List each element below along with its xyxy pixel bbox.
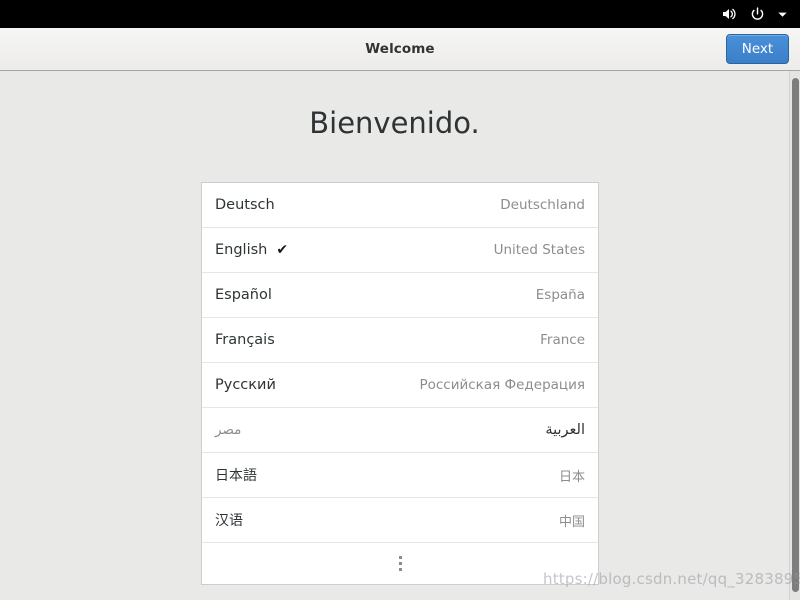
system-status-tray[interactable] bbox=[720, 5, 800, 23]
welcome-content-area: Bienvenido. Deutsch Deutschland English ✔ Un… bbox=[0, 71, 789, 600]
window-header-bar: Welcome Next bbox=[0, 28, 800, 71]
language-row[interactable]: العربية مصر bbox=[202, 408, 598, 453]
window-title: Welcome bbox=[365, 41, 435, 57]
language-name: Deutsch bbox=[215, 197, 275, 213]
language-name-group: العربية bbox=[545, 422, 585, 438]
language-name-group: Русский bbox=[215, 377, 276, 393]
language-country: 日本 bbox=[558, 469, 585, 485]
language-name-group: 日本語 bbox=[215, 465, 257, 485]
vertical-scrollbar[interactable] bbox=[789, 71, 800, 600]
check-icon: ✔ bbox=[276, 242, 289, 258]
language-name: English bbox=[215, 242, 268, 258]
language-country: Deutschland bbox=[500, 197, 585, 213]
language-country: United States bbox=[493, 242, 585, 258]
language-row[interactable]: English ✔ United States bbox=[202, 228, 598, 273]
language-country: Российская Федерация bbox=[419, 377, 585, 393]
language-row[interactable]: 日本語 日本 bbox=[202, 453, 598, 498]
language-name-group: Español bbox=[215, 287, 272, 303]
language-name: 日本語 bbox=[215, 468, 257, 484]
power-icon[interactable] bbox=[748, 5, 766, 23]
language-name: Español bbox=[215, 287, 272, 303]
scrollbar-thumb[interactable] bbox=[792, 78, 799, 592]
language-country: France bbox=[540, 332, 585, 348]
language-row[interactable]: Русский Российская Федерация bbox=[202, 363, 598, 408]
language-row[interactable]: Deutsch Deutschland bbox=[202, 183, 598, 228]
next-button[interactable]: Next bbox=[726, 34, 789, 64]
language-row[interactable]: 汉语 中国 bbox=[202, 498, 598, 543]
language-name: Français bbox=[215, 332, 275, 348]
language-name-group: Français bbox=[215, 332, 275, 348]
language-name-group: English ✔ bbox=[215, 242, 288, 258]
language-row[interactable]: Español España bbox=[202, 273, 598, 318]
more-vertical-icon bbox=[398, 556, 402, 571]
system-top-bar bbox=[0, 0, 800, 28]
language-country: España bbox=[535, 287, 585, 303]
language-name: 汉语 bbox=[215, 513, 243, 529]
page-title: Bienvenido. bbox=[309, 106, 480, 140]
language-name: العربية bbox=[545, 422, 585, 438]
language-list[interactable]: Deutsch Deutschland English ✔ United States E… bbox=[201, 182, 599, 585]
more-languages-row[interactable] bbox=[202, 543, 598, 584]
volume-icon[interactable] bbox=[720, 5, 738, 23]
language-name-group: 汉语 bbox=[215, 510, 243, 530]
language-name: Русский bbox=[215, 377, 276, 393]
language-country: مصر bbox=[215, 422, 242, 438]
language-country: 中国 bbox=[558, 514, 585, 530]
language-row[interactable]: Français France bbox=[202, 318, 598, 363]
language-name-group: Deutsch bbox=[215, 197, 275, 213]
chevron-down-icon[interactable] bbox=[776, 8, 788, 20]
